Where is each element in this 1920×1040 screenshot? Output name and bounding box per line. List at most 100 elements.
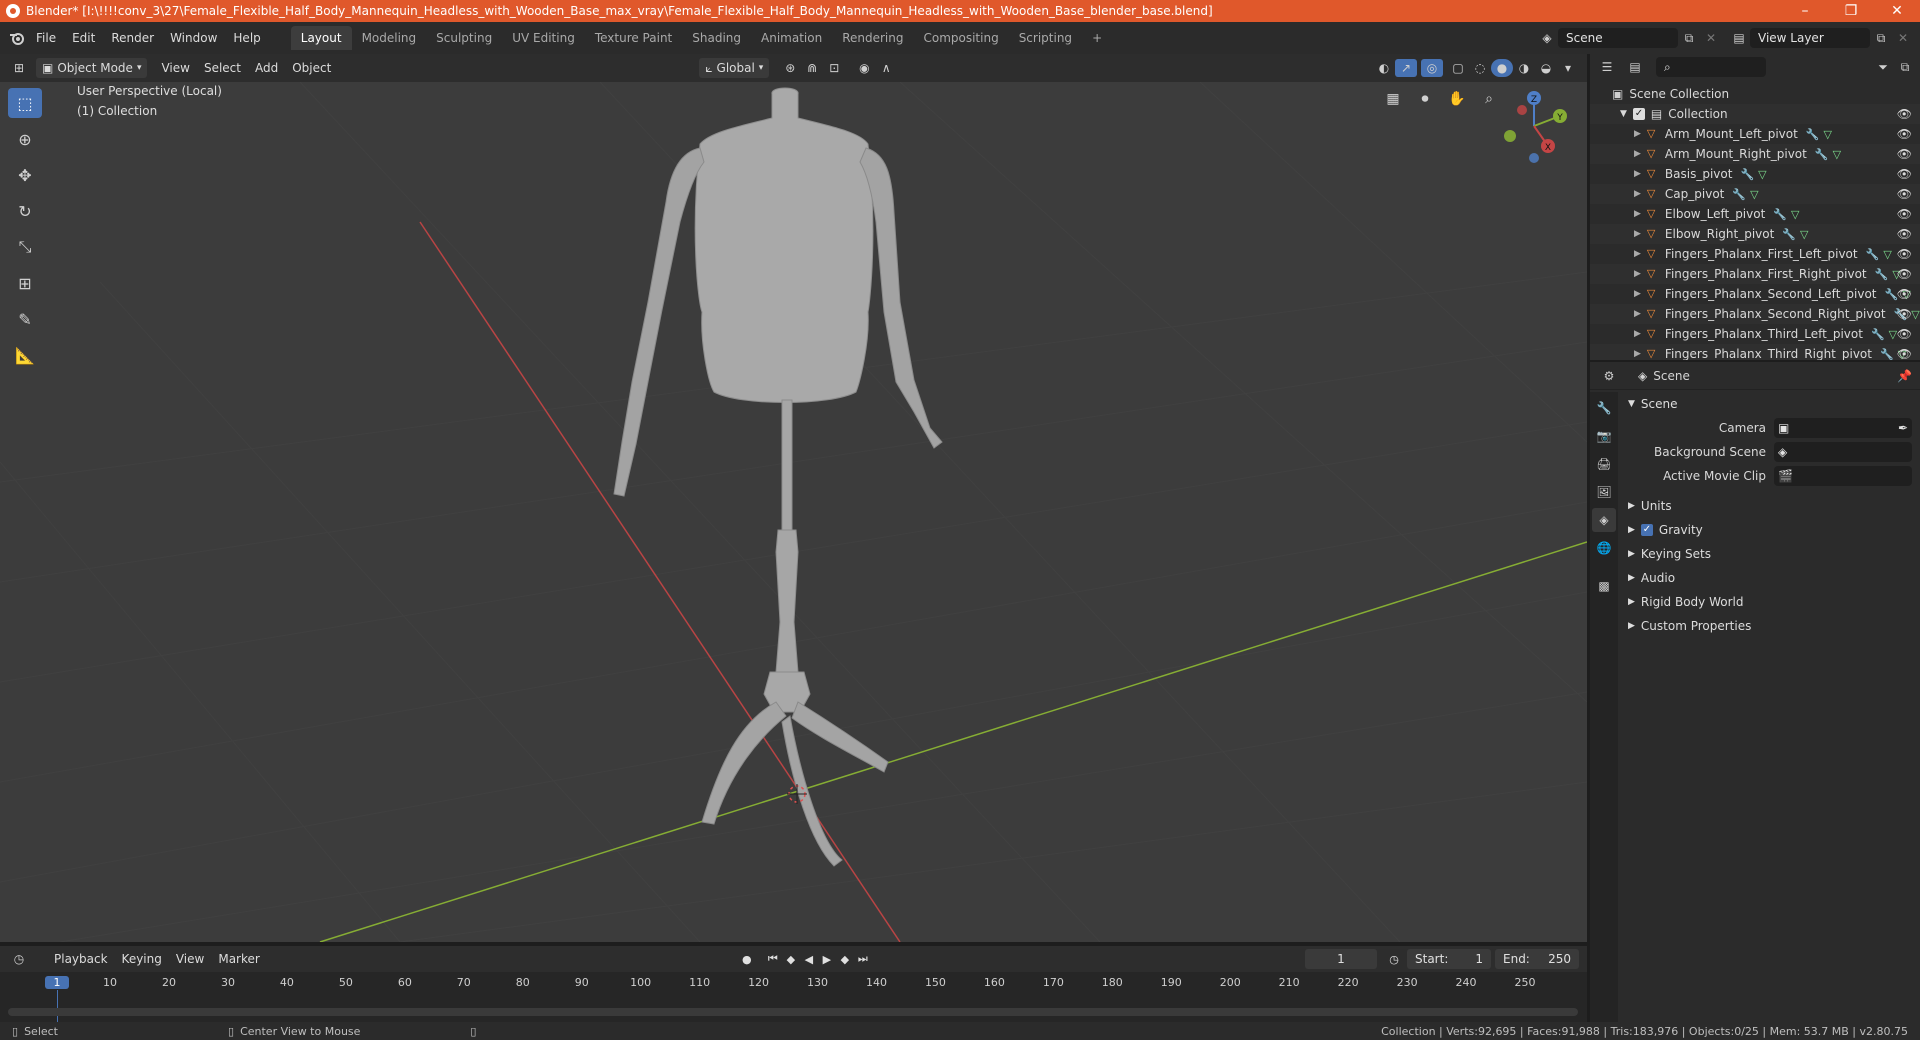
3d-viewport[interactable]: User Perspective (Local) (1) Collection …: [0, 82, 1587, 942]
modifier-wrench-icon[interactable]: 🔧: [1815, 148, 1829, 161]
end-frame-field[interactable]: End: 250: [1495, 949, 1579, 969]
view-layer-field[interactable]: View Layer: [1750, 28, 1870, 48]
timeline-scrollbar[interactable]: [8, 1008, 1578, 1016]
menu-file[interactable]: File: [28, 27, 64, 49]
shading-solid-icon[interactable]: ●: [1491, 59, 1513, 77]
mesh-data-icon[interactable]: ▽: [1750, 188, 1758, 201]
timeline-menu-view[interactable]: View: [170, 949, 210, 969]
menu-view[interactable]: View: [155, 58, 195, 78]
expand-arrow-icon[interactable]: ▶: [1634, 329, 1641, 339]
eye-icon[interactable]: 👁: [1897, 247, 1912, 261]
eye-icon[interactable]: 👁: [1897, 127, 1912, 141]
expand-arrow-icon[interactable]: ▶: [1634, 229, 1641, 239]
modifier-wrench-icon[interactable]: 🔧: [1880, 348, 1894, 361]
menu-object[interactable]: Object: [286, 58, 337, 78]
tab-modeling[interactable]: Modeling: [352, 26, 427, 50]
scale-tool-icon[interactable]: ⤡: [8, 232, 42, 262]
render-tab-icon[interactable]: 📷: [1592, 424, 1616, 448]
mesh-data-icon[interactable]: ▽: [1758, 168, 1766, 181]
timeline-menu-keying[interactable]: Keying: [116, 949, 168, 969]
camera-field[interactable]: ▣ ✒: [1774, 418, 1912, 438]
orientation-dropdown[interactable]: ⟀ Global ▾: [699, 58, 770, 78]
snap-target-icon[interactable]: ⊡: [823, 59, 845, 77]
mesh-data-icon[interactable]: ▽: [1833, 148, 1841, 161]
snap-icon[interactable]: ⋒: [801, 59, 823, 77]
cursor-tool-icon[interactable]: ⊕: [8, 124, 42, 154]
expand-arrow-icon[interactable]: ▶: [1634, 209, 1641, 219]
outliner-item[interactable]: ▶ ▽ Elbow_Right_pivot 🔧 ▽ 👁: [1590, 224, 1920, 244]
overlay-toggle-icon[interactable]: ◎: [1421, 59, 1443, 77]
editor-type-icon[interactable]: ⊞: [8, 59, 30, 77]
menu-help[interactable]: Help: [225, 27, 268, 49]
jump-keyframe-forward-icon[interactable]: ◆: [836, 950, 854, 968]
modifier-wrench-icon[interactable]: 🔧: [1806, 128, 1820, 141]
outliner-item[interactable]: ▶ ▽ Cap_pivot 🔧 ▽ 👁: [1590, 184, 1920, 204]
movie-clip-field[interactable]: 🎬: [1774, 466, 1912, 486]
expand-arrow-icon[interactable]: ▶: [1634, 269, 1641, 279]
select-box-tool-icon[interactable]: ⬚: [8, 88, 42, 118]
menu-select[interactable]: Select: [198, 58, 247, 78]
shading-rendered-icon[interactable]: ◒: [1535, 59, 1557, 77]
tab-animation[interactable]: Animation: [751, 26, 832, 50]
minimize-button[interactable]: –: [1782, 0, 1828, 22]
eye-icon[interactable]: 👁: [1897, 207, 1912, 221]
jump-keyframe-back-icon[interactable]: ◆: [782, 950, 800, 968]
new-scene-icon[interactable]: ⧉: [1678, 29, 1700, 47]
expand-arrow-icon[interactable]: ▶: [1634, 349, 1641, 359]
expand-arrow-icon[interactable]: ▶: [1634, 169, 1641, 179]
mesh-data-icon[interactable]: ▽: [1883, 248, 1891, 261]
jump-start-icon[interactable]: ⏮: [764, 950, 782, 968]
eye-icon[interactable]: 👁: [1897, 107, 1912, 121]
shading-material-icon[interactable]: ◑: [1513, 59, 1535, 77]
tab-layout[interactable]: Layout: [290, 26, 352, 50]
tab-uv-editing[interactable]: UV Editing: [502, 26, 585, 50]
outliner-item[interactable]: ▶ ▽ Fingers_Phalanx_First_Left_pivot 🔧 ▽ 👁: [1590, 244, 1920, 264]
eye-icon[interactable]: 👁: [1897, 147, 1912, 161]
expand-arrow-icon[interactable]: ▶: [1634, 289, 1641, 299]
outliner-collection[interactable]: ▼ ✓ ▤ Collection 👁: [1590, 104, 1920, 124]
expand-arrow-icon[interactable]: ▼: [1620, 109, 1627, 119]
menu-render[interactable]: Render: [103, 27, 162, 49]
pivot-point-icon[interactable]: ⊛: [779, 59, 801, 77]
tab-compositing[interactable]: Compositing: [913, 26, 1008, 50]
visibility-icon[interactable]: ◐: [1373, 59, 1395, 77]
mannequin-model[interactable]: [613, 87, 943, 867]
view-layer-tab-icon[interactable]: 🖼: [1592, 480, 1616, 504]
start-frame-field[interactable]: Start: 1: [1407, 949, 1491, 969]
outliner-scene-collection[interactable]: ▣ Scene Collection: [1590, 84, 1920, 104]
eyedropper-icon[interactable]: ✒: [1898, 418, 1908, 438]
tool-tab-icon[interactable]: 🔧: [1592, 396, 1616, 420]
gizmo-neg-y-icon[interactable]: [1504, 130, 1516, 142]
toggle-camera-grid-icon[interactable]: ▦: [1380, 86, 1406, 112]
gizmo-neg-z-icon[interactable]: [1529, 153, 1539, 163]
outliner-item[interactable]: ▶ ▽ Fingers_Phalanx_First_Right_pivot 🔧 ▽ 👁: [1590, 264, 1920, 284]
units-panel-header[interactable]: ▶ Units: [1622, 494, 1916, 518]
tab-shading[interactable]: Shading: [682, 26, 751, 50]
navigation-gizmo[interactable]: Z Y X: [1494, 86, 1574, 166]
scene-field[interactable]: Scene: [1558, 28, 1678, 48]
expand-arrow-icon[interactable]: ▶: [1634, 249, 1641, 259]
mesh-data-icon[interactable]: ▽: [1791, 208, 1799, 221]
pan-view-hand-icon[interactable]: ✋: [1444, 86, 1470, 112]
modifier-wrench-icon[interactable]: 🔧: [1782, 228, 1796, 241]
pin-icon[interactable]: 📌: [1897, 369, 1912, 383]
audio-panel-header[interactable]: ▶ Audio: [1622, 566, 1916, 590]
shading-options-icon[interactable]: ▾: [1557, 59, 1579, 77]
play-icon[interactable]: ▶: [818, 950, 836, 968]
modifier-wrench-icon[interactable]: 🔧: [1773, 208, 1787, 221]
add-workspace-button[interactable]: +: [1082, 26, 1112, 50]
measure-tool-icon[interactable]: 📐: [8, 340, 42, 370]
background-scene-field[interactable]: ◈: [1774, 442, 1912, 462]
xray-toggle-icon[interactable]: ▢: [1447, 59, 1469, 77]
rigid-body-world-panel-header[interactable]: ▶ Rigid Body World: [1622, 590, 1916, 614]
new-view-layer-icon[interactable]: ⧉: [1870, 29, 1892, 47]
mesh-data-icon[interactable]: ▽: [1800, 228, 1808, 241]
tab-texture-paint[interactable]: Texture Paint: [585, 26, 682, 50]
eye-icon[interactable]: 👁: [1897, 267, 1912, 281]
expand-arrow-icon[interactable]: ▶: [1634, 149, 1641, 159]
play-reverse-icon[interactable]: ◀: [800, 950, 818, 968]
gravity-panel-header[interactable]: ▶ ✓ Gravity: [1622, 518, 1916, 542]
menu-add[interactable]: Add: [249, 58, 284, 78]
eye-icon[interactable]: 👁: [1897, 187, 1912, 201]
eye-icon[interactable]: 👁: [1897, 347, 1912, 360]
